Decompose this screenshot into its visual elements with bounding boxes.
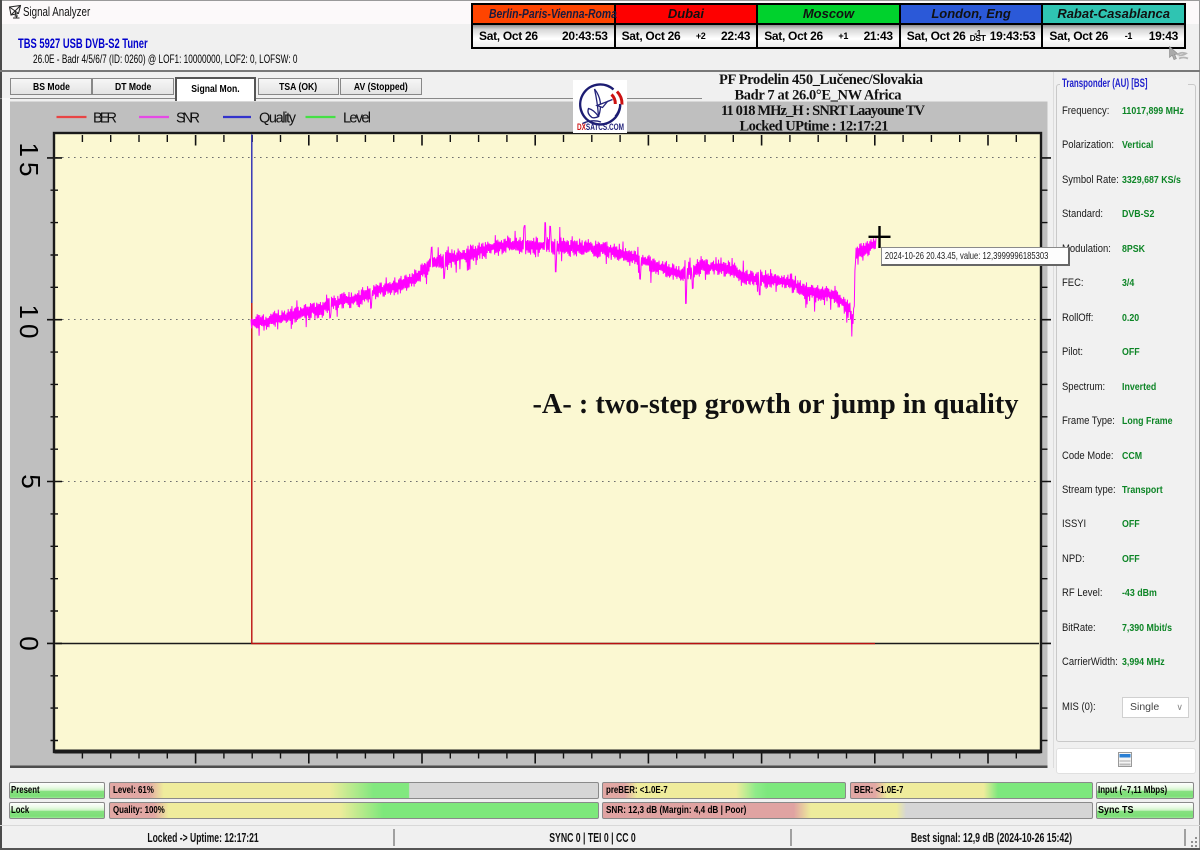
svg-text:15: 15 xyxy=(14,143,44,182)
svg-text:11 018 MHz_H : SNRT Laayoune T: 11 018 MHz_H : SNRT Laayoune TV xyxy=(721,103,926,119)
svg-text:10: 10 xyxy=(14,305,44,344)
svg-text:Level: Level xyxy=(343,111,371,127)
svg-text:-A- : two-step growth or jump: -A- : two-step growth or jump in quality xyxy=(533,388,1019,420)
svg-text:5: 5 xyxy=(16,474,46,493)
svg-text:SNR: SNR xyxy=(176,111,200,127)
svg-text:Badr 7 at 26.0°E_NW Africa: Badr 7 at 26.0°E_NW Africa xyxy=(735,88,903,104)
svg-text:DXSATCS.COM: DXSATCS.COM xyxy=(577,122,624,132)
svg-text:Locked UPtime : 12:17:21: Locked UPtime : 12:17:21 xyxy=(740,119,889,135)
svg-text:0: 0 xyxy=(14,636,44,655)
svg-text:Quality: Quality xyxy=(259,111,297,127)
svg-text:PF Prodelin 450_Lučenec/Slovak: PF Prodelin 450_Lučenec/Slovakia xyxy=(719,72,924,88)
svg-text:BER: BER xyxy=(93,111,117,127)
